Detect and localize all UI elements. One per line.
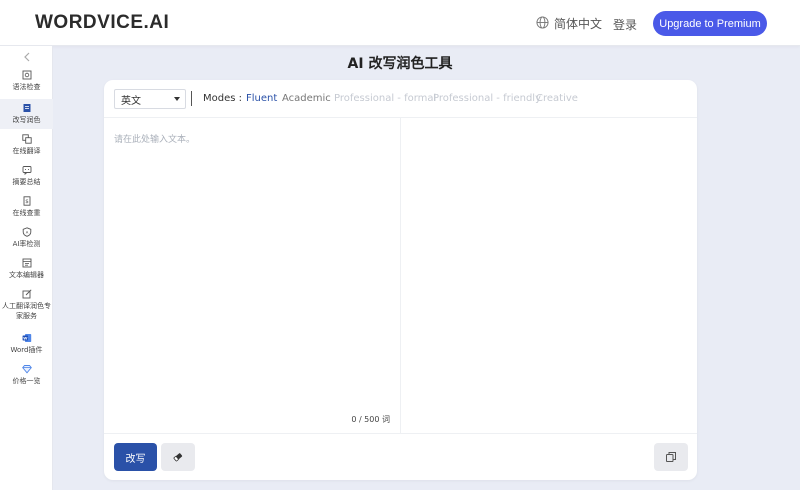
sidebar-item-label: 价格一览 [12,377,41,385]
clear-button[interactable] [161,443,195,471]
sidebar-item-paraphrase[interactable]: 改写润色 [0,99,53,129]
summary-icon [22,165,32,175]
mode-professional-formal[interactable]: Professional - formal [334,93,436,104]
sidebar-item-summary[interactable]: 摘要总结 [0,165,53,189]
sidebar: 语法检查 改写润色 在线翻译 摘要总结 $ 在线查重 A AI率检测 文本编辑器… [0,46,53,490]
sidebar-item-expert-service[interactable]: 人工翻译润色专家服务 [0,289,53,323]
caret-down-icon [174,97,180,101]
ai-detector-icon: A [22,227,32,237]
upgrade-premium-button[interactable]: Upgrade to Premium [653,11,767,36]
sidebar-item-label: 改写润色 [12,116,41,124]
word-icon: W [22,333,32,343]
input-text-area[interactable]: 请在此处输入文本。 0 / 500 词 [104,118,401,433]
copy-icon [666,452,676,462]
svg-text:$: $ [25,199,29,205]
mode-academic[interactable]: Academic [282,93,331,104]
mode-professional-friendly[interactable]: Professional - friendly [433,93,541,104]
language-switcher[interactable]: 简体中文 [536,15,602,32]
rewrite-button[interactable]: 改写 [114,443,157,471]
sidebar-item-ai-detector[interactable]: A AI率检测 [0,227,53,251]
login-link[interactable]: 登录 [613,16,637,33]
plagiarism-icon: $ [22,196,32,206]
mode-toolbar: 英文 Modes : Fluent Academic Professional … [104,80,697,118]
sidebar-item-pricing[interactable]: 价格一览 [0,364,53,388]
sidebar-item-label: 在线查重 [12,209,41,217]
output-text-area [401,118,697,433]
pricing-icon [21,364,32,374]
sidebar-item-word-plugin[interactable]: W Word插件 [0,333,53,357]
sidebar-item-text-editor[interactable]: 文本编辑器 [0,258,53,282]
eraser-icon [173,453,183,462]
expert-service-icon [22,289,32,299]
language-select[interactable]: 英文 [114,89,186,109]
sidebar-item-translate[interactable]: 在线翻译 [0,134,53,158]
logo[interactable]: WORDVICE.AI [35,12,169,34]
sidebar-item-label: 在线翻译 [12,147,41,155]
input-placeholder: 请在此处输入文本。 [114,135,196,145]
sidebar-item-grammar-check[interactable]: 语法检查 [0,70,53,94]
copy-button[interactable] [654,443,688,471]
word-counter: 0 / 500 词 [351,415,390,424]
globe-icon [536,15,549,32]
mode-fluent[interactable]: Fluent [246,93,277,104]
toolbar-divider [191,91,192,106]
sidebar-item-label: 文本编辑器 [9,271,44,279]
sidebar-item-label: 摘要总结 [12,178,41,186]
translate-icon [21,134,32,144]
top-bar: WORDVICE.AI 简体中文 登录 Upgrade to Premium [0,0,800,46]
language-select-value: 英文 [121,95,141,107]
paraphrase-icon [22,103,32,113]
paraphrase-card: 英文 Modes : Fluent Academic Professional … [104,80,697,480]
sidebar-item-label: 语法检查 [12,83,41,91]
editor-icon [22,258,32,268]
mode-creative[interactable]: Creative [536,93,578,104]
action-bar: 改写 [104,433,697,480]
modes-label: Modes : [203,93,243,104]
page-title: AI 改写润色工具 [347,56,453,72]
svg-text:A: A [25,230,28,235]
sidebar-item-plagiarism-check[interactable]: $ 在线查重 [0,196,53,220]
sidebar-item-label: 人工翻译润色专家服务 [2,302,51,320]
sidebar-item-label: Word插件 [10,346,43,354]
sidebar-item-label: AI率检测 [12,240,41,248]
language-label: 简体中文 [554,17,603,31]
